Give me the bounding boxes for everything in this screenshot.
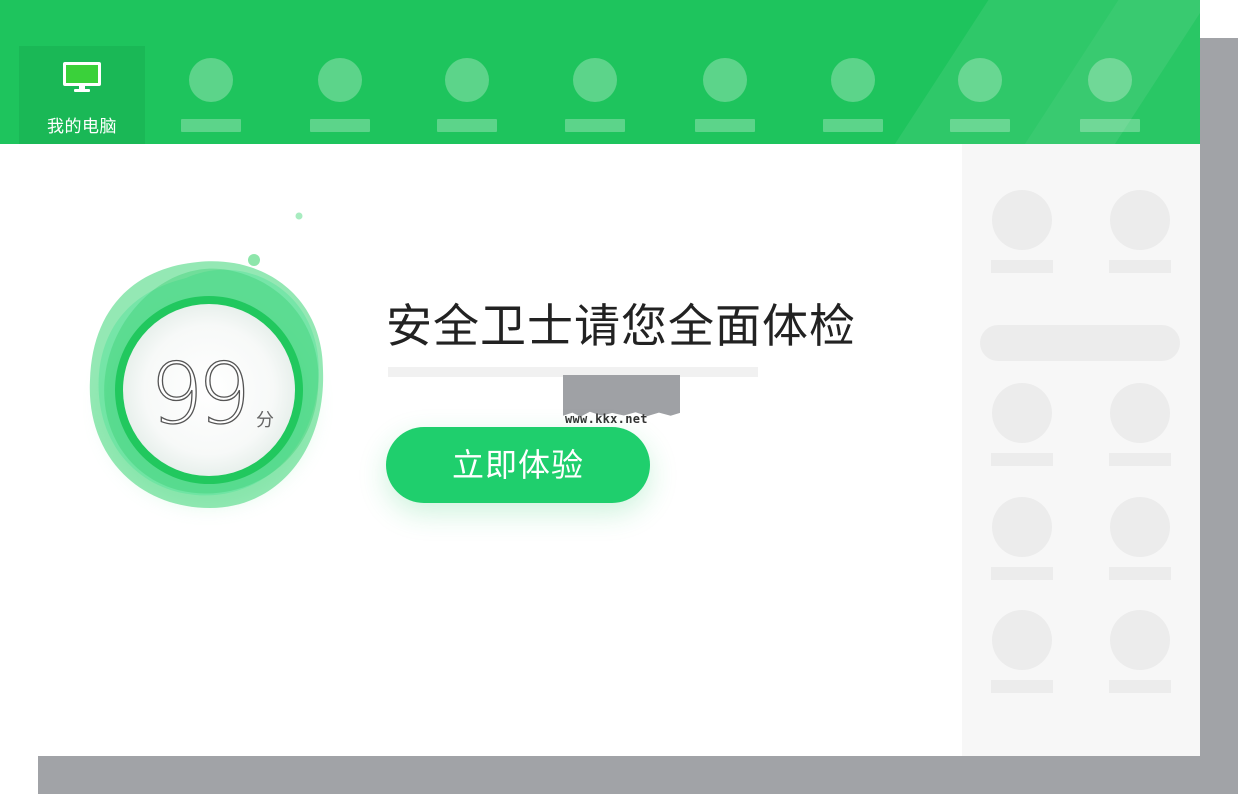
top-nav-bar: 我的电脑	[0, 0, 1200, 144]
panel-item-label-placeholder	[1109, 680, 1171, 693]
nav-tab-label-placeholder	[950, 119, 1010, 132]
page-headline: 安全卫士请您全面体检	[386, 299, 856, 353]
app-window: 我的电脑 99 分 安全卫士请您全面体检 www.kkx.net 立即体验	[0, 0, 1200, 756]
panel-item-placeholder[interactable]	[1109, 610, 1171, 696]
panel-item-icon-placeholder	[1110, 610, 1170, 670]
nav-tab-placeholder[interactable]	[695, 56, 757, 134]
watermark: www.kkx.net	[563, 375, 680, 427]
nav-tab-placeholder[interactable]	[950, 56, 1012, 134]
nav-tab-label-placeholder	[437, 119, 497, 132]
right-side-panel	[962, 144, 1200, 756]
nav-tab-icon-placeholder	[958, 58, 1002, 102]
nav-tab-placeholder[interactable]	[823, 56, 885, 134]
panel-item-placeholder[interactable]	[991, 610, 1053, 696]
nav-tab-icon-placeholder	[318, 58, 362, 102]
nav-tab-placeholder[interactable]	[1080, 56, 1142, 134]
panel-item-icon-placeholder	[1110, 190, 1170, 250]
panel-item-label-placeholder	[991, 680, 1053, 693]
nav-tab-icon-placeholder	[189, 58, 233, 102]
panel-item-placeholder[interactable]	[1109, 497, 1171, 583]
nav-tab-placeholder[interactable]	[565, 56, 627, 134]
panel-item-label-placeholder	[1109, 567, 1171, 580]
decor-dot	[248, 254, 260, 266]
nav-tab-icon-placeholder	[831, 58, 875, 102]
panel-item-icon-placeholder	[1110, 497, 1170, 557]
watermark-text: www.kkx.net	[565, 412, 648, 426]
start-checkup-button[interactable]: 立即体验	[386, 427, 650, 503]
panel-item-icon-placeholder	[992, 383, 1052, 443]
nav-tab-label-placeholder	[1080, 119, 1140, 132]
nav-tab-label-placeholder	[310, 119, 370, 132]
nav-tab-icon-placeholder	[573, 58, 617, 102]
panel-divider-pill	[980, 325, 1180, 361]
panel-item-label-placeholder	[1109, 453, 1171, 466]
score-unit: 分	[256, 410, 274, 431]
nav-tab-placeholder[interactable]	[310, 56, 372, 134]
tab-my-computer[interactable]: 我的电脑	[19, 46, 145, 144]
panel-item-placeholder[interactable]	[991, 497, 1053, 583]
nav-tab-label-placeholder	[823, 119, 883, 132]
panel-item-label-placeholder	[991, 260, 1053, 273]
nav-tab-label-placeholder	[181, 119, 241, 132]
nav-tab-label-placeholder	[695, 119, 755, 132]
score-value: 99	[149, 345, 251, 443]
nav-tab-icon-placeholder	[445, 58, 489, 102]
panel-item-icon-placeholder	[992, 190, 1052, 250]
panel-item-label-placeholder	[991, 567, 1053, 580]
monitor-icon	[63, 62, 101, 92]
nav-tab-label-placeholder	[565, 119, 625, 132]
tab-label: 我的电脑	[47, 117, 117, 137]
nav-tab-icon-placeholder	[1088, 58, 1132, 102]
decor-dot	[295, 212, 303, 220]
panel-item-icon-placeholder	[1110, 383, 1170, 443]
panel-item-placeholder[interactable]	[991, 190, 1053, 276]
panel-item-placeholder[interactable]	[991, 383, 1053, 469]
nav-tab-icon-placeholder	[703, 58, 747, 102]
panel-item-label-placeholder	[991, 453, 1053, 466]
panel-item-placeholder[interactable]	[1109, 190, 1171, 276]
panel-item-icon-placeholder	[992, 497, 1052, 557]
nav-tab-placeholder[interactable]	[437, 56, 499, 134]
panel-item-placeholder[interactable]	[1109, 383, 1171, 469]
panel-item-icon-placeholder	[992, 610, 1052, 670]
nav-tab-placeholder[interactable]	[181, 56, 243, 134]
panel-item-label-placeholder	[1109, 260, 1171, 273]
